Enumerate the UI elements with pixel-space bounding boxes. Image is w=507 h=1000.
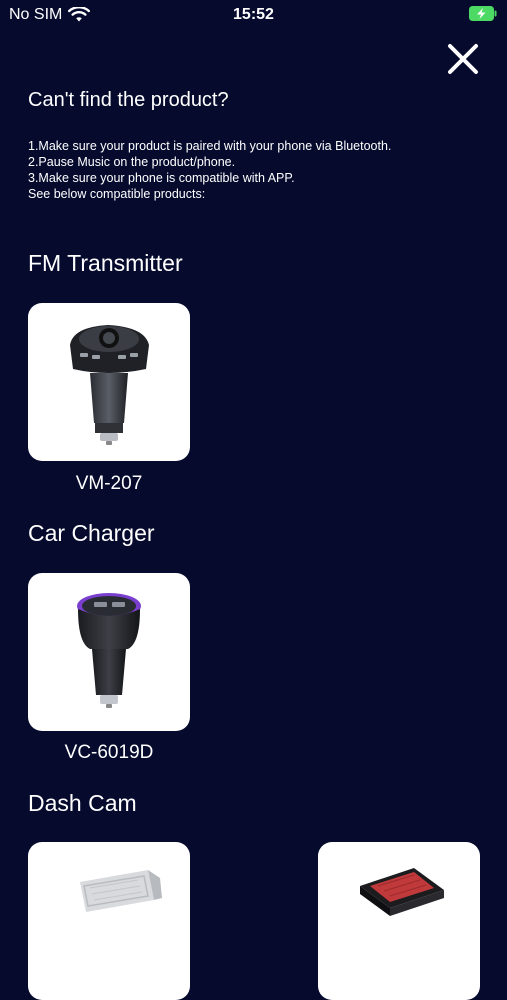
help-line: See below compatible products:	[28, 187, 206, 201]
section-title-car-charger: Car Charger	[28, 520, 155, 546]
battery-charging-icon	[469, 6, 497, 21]
clock: 15:52	[233, 6, 274, 23]
product-name-vm-207: VM-207	[75, 473, 143, 494]
product-card-vm-207[interactable]	[28, 303, 190, 461]
section-title-dash-cam: Dash Cam	[28, 790, 137, 816]
page-title: Can't find the product?	[28, 89, 229, 111]
product-card-dash-cam-2[interactable]	[318, 842, 480, 1000]
help-line: 3.Make sure your phone is compatible wit…	[28, 171, 295, 185]
dash-cam-image	[80, 870, 162, 912]
status-bar: No SIM 15:52	[0, 0, 507, 30]
car-charger-image	[77, 593, 141, 708]
close-button[interactable]	[444, 40, 482, 78]
help-line: 2.Pause Music on the product/phone.	[28, 155, 236, 169]
product-card-dash-cam-1[interactable]	[28, 842, 190, 1000]
product-name-vc-6019d: VC-6019D	[64, 742, 154, 763]
help-line: 1.Make sure your product is paired with …	[28, 139, 392, 153]
close-icon	[448, 44, 478, 74]
section-title-fm-transmitter: FM Transmitter	[28, 250, 183, 276]
help-text: 1.Make sure your product is paired with …	[28, 138, 391, 202]
fm-transmitter-image	[70, 325, 149, 445]
product-card-vc-6019d[interactable]	[28, 573, 190, 731]
dash-cam-image	[360, 868, 444, 916]
